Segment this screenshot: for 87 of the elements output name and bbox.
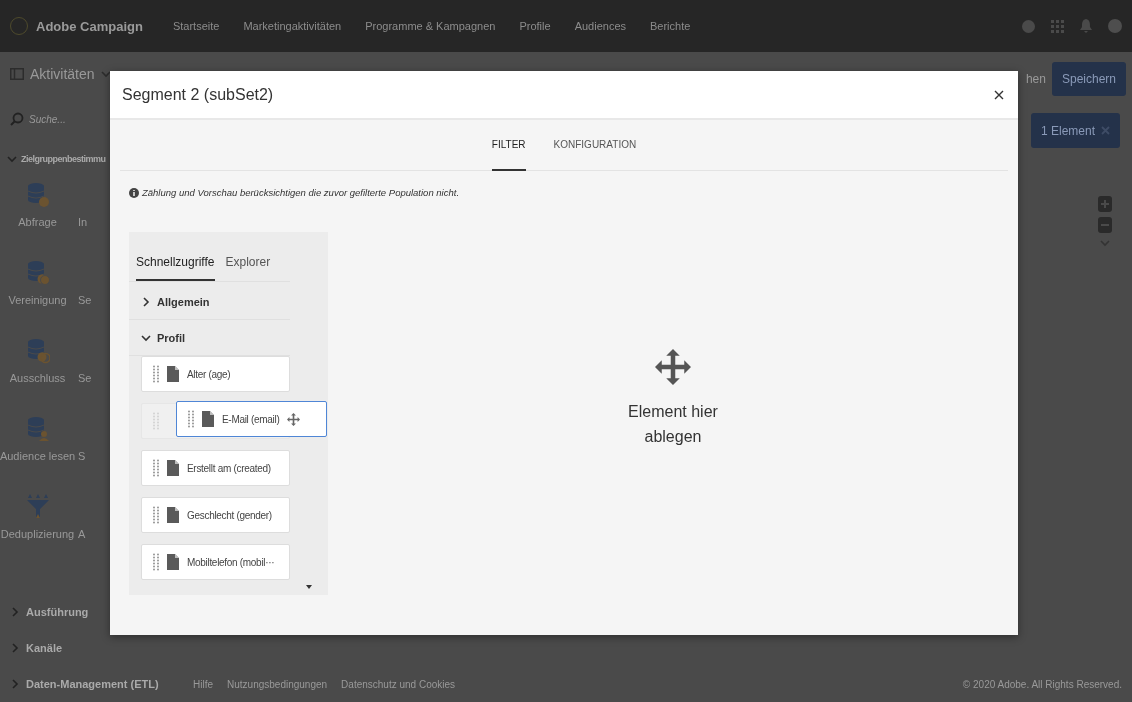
dialog-tab[interactable]: KONFIGURATION	[553, 120, 637, 171]
zoom-out-button[interactable]	[1098, 217, 1112, 233]
avatar-icon[interactable]	[1108, 19, 1122, 33]
product-name: Adobe Campaign	[36, 18, 143, 34]
field-label: Alter (age)	[187, 368, 231, 380]
sidebar-title[interactable]: Aktivitäten	[30, 66, 95, 82]
drag-handle-icon[interactable]	[153, 412, 159, 430]
move-icon	[655, 348, 691, 385]
chevron-icon	[10, 679, 20, 689]
chevron-icon	[7, 154, 17, 164]
close-icon	[994, 89, 1004, 100]
field-card[interactable]: Erstellt am (created)	[141, 450, 290, 486]
drag-handle-icon[interactable]	[153, 365, 159, 383]
drag-handle-icon[interactable]	[153, 459, 159, 477]
chevron-icon	[10, 607, 20, 617]
field-label: Mobiltelefon (mobil···	[187, 556, 275, 568]
palette-tab[interactable]: Explorer	[225, 254, 271, 281]
section-label: Ausführung	[26, 606, 89, 618]
nav-link[interactable]: Startseite	[172, 20, 220, 32]
section-label: Kanäle	[26, 642, 63, 654]
search-label[interactable]: hen	[1025, 72, 1046, 86]
document-icon	[167, 460, 179, 476]
footer-link[interactable]: Datenschutz und Cookies	[341, 679, 456, 690]
field-card[interactable]: Mobiltelefon (mobil···	[141, 544, 290, 580]
drag-handle-icon[interactable]	[153, 553, 159, 571]
info-icon	[129, 187, 139, 198]
activity-label[interactable]: Se	[78, 294, 92, 306]
close-icon[interactable]	[1101, 126, 1110, 135]
chevron-icon	[141, 296, 151, 307]
dragged-field-card[interactable]: E-Mail (email)	[176, 401, 327, 437]
database-icon	[25, 338, 50, 364]
activity-label[interactable]: S	[78, 450, 86, 462]
notice-text: Zählung und Vorschau berücksichtigen die zuvor gefilterte Population nicht.	[142, 187, 460, 198]
database-icon	[25, 182, 50, 208]
document-icon	[167, 554, 179, 570]
scroll-down-icon[interactable]	[306, 585, 312, 589]
document-icon	[167, 507, 179, 523]
database-icon	[25, 416, 50, 442]
bell-icon[interactable]	[1080, 19, 1092, 33]
footer-link[interactable]: Hilfe	[193, 679, 213, 690]
section-header[interactable]: Zielgruppenbestimmu	[7, 154, 160, 164]
activity-label[interactable]: In	[78, 216, 88, 228]
plus-icon	[1100, 199, 1110, 209]
database-icon	[25, 260, 50, 286]
chevron-icon	[141, 332, 151, 343]
field-label: Erstellt am (created)	[187, 462, 271, 474]
nav-link[interactable]: Programme & Kampagnen	[365, 20, 496, 32]
drop-zone-text: Element hier ablegen	[627, 401, 719, 447]
activity-label[interactable]: Vereinigung	[8, 294, 67, 306]
activity-label[interactable]: Abfrage	[18, 216, 57, 228]
field-card[interactable]: Alter (age)	[141, 356, 290, 392]
zoom-in-button[interactable]	[1098, 196, 1112, 212]
dialog-tab[interactable]: FILTER	[491, 120, 526, 171]
activity-label[interactable]: Audience lesen	[0, 450, 76, 462]
activity-label[interactable]: Deduplizierung	[0, 528, 75, 540]
activity-label[interactable]: Ausschluss	[9, 372, 66, 384]
field-card[interactable]: Geschlecht (gender)	[141, 497, 290, 533]
drag-handle-icon[interactable]	[153, 506, 159, 524]
activity-label[interactable]: A	[78, 528, 86, 540]
section-label: Zielgruppenbestimmu	[21, 154, 106, 164]
activity-label[interactable]: Se	[78, 372, 92, 384]
search-field[interactable]: Suche...	[29, 113, 129, 125]
search-icon	[10, 112, 24, 126]
drag-handle-icon[interactable]	[188, 410, 194, 428]
funnel-icon	[25, 494, 50, 520]
nav-link[interactable]: Marketingaktivitäten	[243, 20, 342, 32]
document-icon	[202, 411, 214, 427]
nav-link[interactable]: Berichte	[650, 20, 691, 32]
nav-link[interactable]: Profile	[519, 20, 551, 32]
chevron-icon	[10, 643, 20, 653]
copyright-text: © 2020 Adobe. All Rights Reserved.	[962, 679, 1122, 690]
dialog-title: Segment 2 (subSet2)	[122, 85, 274, 104]
selection-chip[interactable]: 1 Element	[1030, 113, 1120, 148]
section-header[interactable]: Kanäle	[10, 642, 160, 654]
save-button[interactable]: Speichern	[1051, 62, 1126, 96]
footer-link[interactable]: Nutzungsbedingungen	[227, 679, 328, 690]
field-label: E-Mail (email)	[222, 413, 280, 425]
field-label: Geschlecht (gender)	[187, 509, 272, 521]
group-header[interactable]: Allgemein	[129, 284, 290, 320]
panel-icon	[10, 68, 24, 80]
document-icon	[167, 366, 179, 382]
nav-link[interactable]: Audiences	[574, 20, 626, 32]
move-icon	[287, 412, 301, 426]
section-header[interactable]: Ausführung	[10, 606, 160, 618]
palette-tab[interactable]: Schnellzugriffe	[136, 254, 215, 281]
caret-icon	[100, 69, 111, 79]
apps-grid-icon[interactable]	[1051, 19, 1064, 33]
